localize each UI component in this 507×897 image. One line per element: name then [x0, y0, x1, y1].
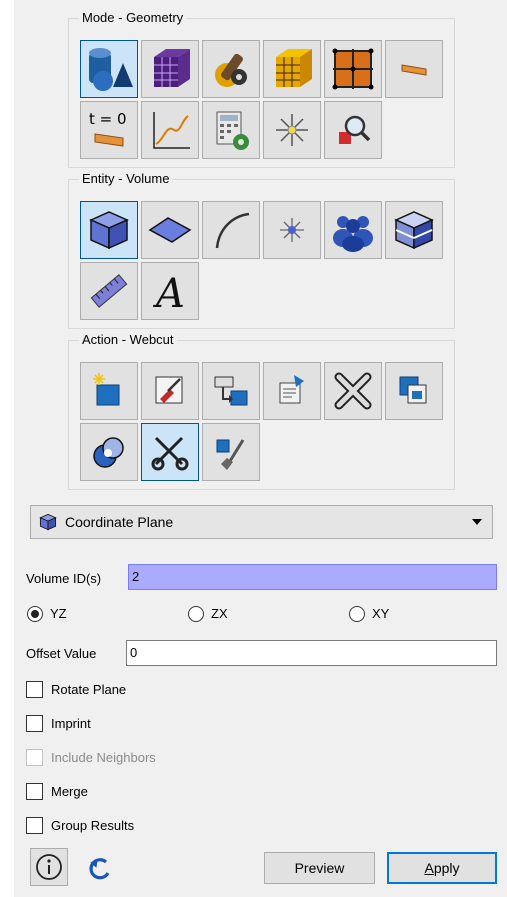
- entity-group: Entity - Volume A: [68, 171, 455, 329]
- transform-action-button[interactable]: [202, 362, 260, 420]
- combo-value: Coordinate Plane: [65, 514, 174, 530]
- info-icon: [36, 854, 62, 880]
- surface-icon: [148, 217, 192, 243]
- webcut-type-combobox[interactable]: Coordinate Plane: [30, 505, 493, 539]
- radio-xy-label: XY: [372, 606, 390, 621]
- body-entity-button[interactable]: [385, 201, 443, 259]
- edit-icon: [155, 376, 183, 404]
- volume-ids-input[interactable]: 2: [128, 564, 497, 590]
- sensor-icon: [276, 114, 308, 146]
- mode-group: Mode - Geometry t = 0: [68, 10, 455, 168]
- action-group-title: Action - Webcut: [79, 332, 177, 348]
- radio-zx[interactable]: [188, 606, 204, 622]
- preview-button-label: Preview: [294, 860, 345, 876]
- rotate-plane-checkbox[interactable]: [26, 681, 43, 698]
- include-neighbors-label: Include Neighbors: [51, 750, 156, 765]
- svg-text:A: A: [152, 271, 185, 317]
- group-icon: [333, 216, 373, 252]
- reset-button[interactable]: [84, 851, 118, 885]
- time-zero-icon: t = 0: [89, 110, 127, 147]
- mesh-mode-button[interactable]: [141, 40, 199, 98]
- boundary-conditions-mode-button[interactable]: [324, 40, 382, 98]
- delete-icon: [334, 372, 372, 410]
- apply-button[interactable]: Apply: [387, 852, 497, 884]
- material-icon: [401, 64, 427, 76]
- radio-yz[interactable]: [27, 606, 43, 622]
- surface-entity-button[interactable]: [141, 201, 199, 259]
- inspect-mode-button[interactable]: [324, 101, 382, 159]
- create-action-button[interactable]: [80, 362, 138, 420]
- curve-entity-button[interactable]: [202, 201, 260, 259]
- imprint-checkbox[interactable]: [26, 715, 43, 732]
- transform-icon: [214, 376, 248, 406]
- apply-button-label: Apply: [424, 860, 460, 876]
- analysis-curve-icon: [153, 112, 190, 149]
- rotate-plane-label: Rotate Plane: [51, 682, 127, 697]
- offset-value-input[interactable]: 0: [126, 640, 497, 666]
- webcut-action-button[interactable]: [141, 423, 199, 481]
- merge-checkbox[interactable]: [26, 783, 43, 800]
- mesh-tools-mode-button[interactable]: [202, 40, 260, 98]
- geometry-icon: [89, 48, 133, 91]
- measure-entity-button[interactable]: [80, 262, 138, 320]
- delete-action-button[interactable]: [324, 362, 382, 420]
- copy-icon: [399, 376, 427, 404]
- chevron-down-icon[interactable]: [472, 519, 482, 525]
- mesh-quality-mode-button[interactable]: [263, 40, 321, 98]
- svg-text:t = 0: t = 0: [89, 110, 127, 128]
- time-zero-mode-button[interactable]: t = 0: [80, 101, 138, 159]
- group-results-checkbox[interactable]: [26, 817, 43, 834]
- mode-group-title: Mode - Geometry: [79, 10, 187, 26]
- cleanup-icon: [216, 439, 245, 470]
- sensor-mode-button[interactable]: [263, 101, 321, 159]
- mesh-quality-icon: [276, 49, 312, 87]
- volume-icon: [39, 513, 57, 531]
- refresh-icon: [89, 858, 110, 880]
- text-icon: A: [152, 271, 185, 317]
- edit-action-button[interactable]: [141, 362, 199, 420]
- measure-icon: [90, 274, 128, 308]
- boolean-icon: [93, 437, 124, 468]
- boolean-action-button[interactable]: [80, 423, 138, 481]
- radio-yz-label: YZ: [50, 606, 67, 621]
- radio-xy[interactable]: [349, 606, 365, 622]
- imprint-label: Imprint: [51, 716, 91, 731]
- mesh-icon: [154, 49, 190, 87]
- calculator-settings-mode-button[interactable]: [202, 101, 260, 159]
- action-group: Action - Webcut: [68, 332, 455, 490]
- properties-action-button[interactable]: [263, 362, 321, 420]
- calculator-settings-icon: [216, 111, 249, 150]
- mesh-tools-icon: [215, 53, 247, 87]
- offset-value-label: Offset Value: [26, 646, 97, 661]
- info-button[interactable]: [30, 848, 68, 886]
- properties-icon: [279, 375, 304, 404]
- vertex-icon: [280, 218, 304, 242]
- preview-button[interactable]: Preview: [264, 852, 375, 884]
- geometry-mode-button[interactable]: [80, 40, 138, 98]
- body-icon: [394, 211, 434, 250]
- text-entity-button[interactable]: A: [141, 262, 199, 320]
- create-icon: [93, 373, 120, 406]
- volume-ids-label: Volume ID(s): [26, 571, 102, 586]
- entity-group-title: Entity - Volume: [79, 171, 173, 187]
- inspect-icon: [339, 115, 371, 144]
- webcut-icon: [151, 436, 189, 471]
- merge-label: Merge: [51, 784, 88, 799]
- volume-icon: [89, 211, 129, 250]
- include-neighbors-checkbox: [26, 749, 43, 766]
- vertex-entity-button[interactable]: [263, 201, 321, 259]
- analysis-curve-mode-button[interactable]: [141, 101, 199, 159]
- curve-icon: [215, 212, 250, 249]
- radio-zx-label: ZX: [211, 606, 228, 621]
- cleanup-action-button[interactable]: [202, 423, 260, 481]
- volume-entity-button[interactable]: [80, 201, 138, 259]
- group-entity-button[interactable]: [324, 201, 382, 259]
- boundary-conditions-icon: [332, 48, 374, 90]
- material-mode-button[interactable]: [385, 40, 443, 98]
- group-results-label: Group Results: [51, 818, 135, 833]
- copy-action-button[interactable]: [385, 362, 443, 420]
